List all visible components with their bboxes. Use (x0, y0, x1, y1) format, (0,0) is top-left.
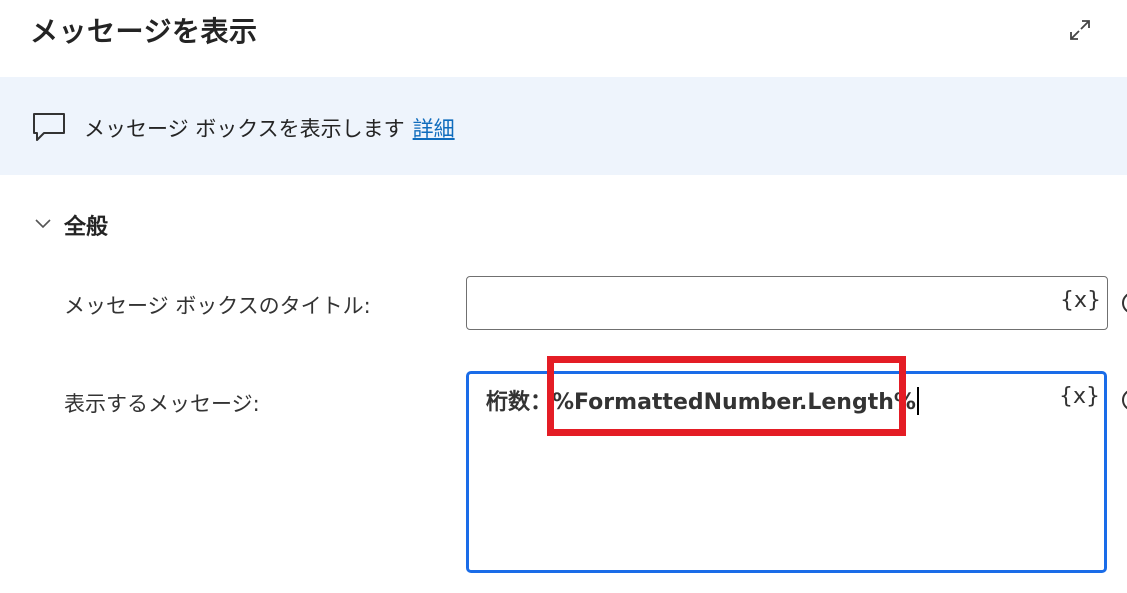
info-banner: メッセージ ボックスを表示します 詳細 (0, 77, 1127, 175)
dialog-title: メッセージを表示 (30, 15, 258, 48)
chevron-down-icon[interactable] (34, 216, 52, 230)
details-link[interactable]: 詳細 (413, 117, 455, 141)
banner-description: メッセージ ボックスを表示します (84, 117, 405, 141)
banner-text: メッセージ ボックスを表示します 詳細 (84, 113, 455, 143)
text-cursor (916, 387, 919, 415)
message-input-value[interactable]: 桁数：%FormattedNumber.Length% (486, 384, 919, 416)
info-icon[interactable] (1122, 292, 1127, 314)
insert-variable-button[interactable]: {x} (1060, 288, 1101, 313)
info-icon[interactable] (1122, 389, 1127, 411)
insert-variable-button[interactable]: {x} (1059, 384, 1100, 409)
message-box-title-input[interactable]: {x} (466, 276, 1108, 330)
message-to-display-input[interactable]: 桁数：%FormattedNumber.Length% {x} (466, 371, 1107, 573)
chat-bubble-icon (32, 112, 66, 142)
title-field-label: メッセージ ボックスのタイトル: (64, 294, 371, 318)
section-general-title[interactable]: 全般 (64, 209, 108, 241)
expand-icon[interactable] (1068, 18, 1092, 42)
message-field-label: 表示するメッセージ: (64, 392, 260, 416)
